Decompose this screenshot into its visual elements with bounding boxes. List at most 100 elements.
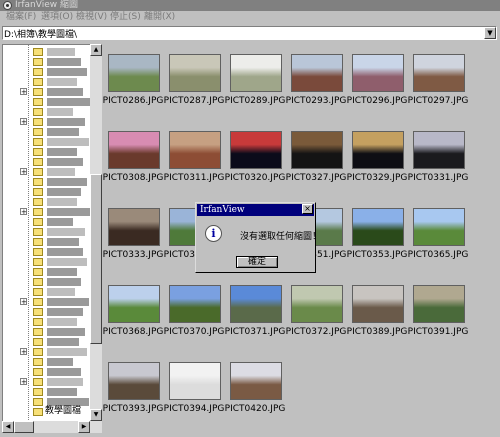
thumbnail-image[interactable] (352, 54, 404, 92)
thumbnail-item[interactable]: PICT0368.JPG (103, 280, 163, 338)
tree-item[interactable] (3, 67, 102, 77)
thumbnail-image[interactable] (291, 54, 343, 92)
thumbnail-image[interactable] (169, 54, 221, 92)
tree-item[interactable] (3, 197, 102, 207)
tree-item[interactable]: + (3, 297, 102, 307)
thumbnail-image[interactable] (230, 54, 282, 92)
thumbnail-item[interactable]: PICT0365.JPG (408, 203, 468, 261)
tree-item[interactable] (3, 47, 102, 57)
tree-item[interactable] (3, 237, 102, 247)
tree-item[interactable] (3, 77, 102, 87)
tree-item[interactable] (3, 247, 102, 257)
tree-item[interactable] (3, 147, 102, 157)
thumbnail-item[interactable]: PICT0393.JPG (103, 357, 163, 415)
tree-item[interactable] (3, 127, 102, 137)
thumbnail-item[interactable]: PICT0287.JPG (164, 49, 224, 107)
thumbnail-image[interactable] (413, 285, 465, 323)
thumbnail-item[interactable]: PICT0391.JPG (408, 280, 468, 338)
ok-button[interactable]: 確定 (236, 256, 278, 268)
tree-item[interactable] (3, 187, 102, 197)
expand-icon[interactable]: + (20, 168, 27, 176)
thumbnail-item[interactable]: PICT0297.JPG (408, 49, 468, 107)
folder-tree[interactable]: + + + + + + + 教學圖檔 (2, 44, 102, 421)
path-input[interactable] (4, 27, 482, 39)
tree-item[interactable] (3, 277, 102, 287)
thumbnail-image[interactable] (291, 131, 343, 169)
menu-exit[interactable]: 離開(X) (144, 11, 175, 24)
tree-horizontal-scrollbar[interactable]: ◀ ▶ (2, 421, 102, 433)
tree-item[interactable] (3, 307, 102, 317)
tree-item[interactable] (3, 387, 102, 397)
scroll-right-icon[interactable]: ▶ (78, 421, 90, 433)
scroll-up-icon[interactable]: ▲ (90, 44, 102, 56)
tree-item[interactable] (3, 97, 102, 107)
thumbnail-item[interactable]: PICT0308.JPG (103, 126, 163, 184)
tree-item[interactable] (3, 327, 102, 337)
tree-item[interactable]: + (3, 167, 102, 177)
thumbnail-image[interactable] (413, 54, 465, 92)
tree-item[interactable]: 教學圖檔 (3, 406, 102, 417)
tree-item[interactable] (3, 177, 102, 187)
expand-icon[interactable]: + (20, 88, 27, 96)
tree-item[interactable] (3, 107, 102, 117)
thumbnail-item[interactable]: PICT0394.JPG (164, 357, 224, 415)
thumbnail-item[interactable]: PICT0389.JPG (347, 280, 407, 338)
thumbnail-image[interactable] (352, 131, 404, 169)
chevron-down-icon[interactable]: ▼ (484, 27, 496, 39)
menu-stop[interactable]: 停止(S) (110, 11, 141, 24)
thumbnail-image[interactable] (108, 131, 160, 169)
scroll-thumb-horizontal[interactable] (14, 421, 34, 433)
tree-item[interactable] (3, 337, 102, 347)
thumbnail-image[interactable] (413, 208, 465, 246)
scroll-left-icon[interactable]: ◀ (2, 421, 14, 433)
thumbnail-item[interactable]: PICT0286.JPG (103, 49, 163, 107)
tree-item[interactable] (3, 217, 102, 227)
thumbnail-image[interactable] (291, 285, 343, 323)
tree-item[interactable] (3, 287, 102, 297)
thumbnail-image[interactable] (108, 285, 160, 323)
close-icon[interactable]: × (302, 204, 313, 214)
thumbnail-item[interactable]: PICT0333.JPG (103, 203, 163, 261)
thumbnail-image[interactable] (413, 131, 465, 169)
expand-icon[interactable]: + (20, 298, 27, 306)
expand-icon[interactable]: + (20, 208, 27, 216)
tree-item[interactable] (3, 317, 102, 327)
thumbnail-image[interactable] (230, 285, 282, 323)
tree-item[interactable] (3, 357, 102, 367)
menu-file[interactable]: 檔案(F) (6, 11, 36, 24)
thumbnail-item[interactable]: PICT0372.JPG (286, 280, 346, 338)
menu-options[interactable]: 選項(O) (41, 11, 73, 24)
tree-item[interactable] (3, 267, 102, 277)
thumbnail-image[interactable] (352, 285, 404, 323)
tree-item[interactable] (3, 227, 102, 237)
thumbnail-item[interactable]: PICT0327.JPG (286, 126, 346, 184)
tree-item[interactable]: + (3, 377, 102, 387)
tree-item[interactable] (3, 157, 102, 167)
expand-icon[interactable]: + (20, 378, 27, 386)
thumbnail-image[interactable] (169, 362, 221, 400)
thumbnail-image[interactable] (352, 208, 404, 246)
thumbnail-item[interactable]: PICT0320.JPG (225, 126, 285, 184)
tree-item[interactable] (3, 367, 102, 377)
expand-icon[interactable]: + (20, 118, 27, 126)
thumbnail-item[interactable]: PICT0289.JPG (225, 49, 285, 107)
thumbnail-item[interactable]: PICT0331.JPG (408, 126, 468, 184)
thumbnail-item[interactable]: PICT0296.JPG (347, 49, 407, 107)
thumbnail-item[interactable]: PICT0293.JPG (286, 49, 346, 107)
tree-item[interactable] (3, 57, 102, 67)
thumbnail-item[interactable]: PICT0329.JPG (347, 126, 407, 184)
tree-item[interactable]: + (3, 87, 102, 97)
path-combobox[interactable]: ▼ (2, 26, 497, 40)
thumbnail-image[interactable] (230, 362, 282, 400)
tree-item[interactable]: + (3, 117, 102, 127)
tree-item[interactable]: + (3, 207, 102, 217)
thumbnail-image[interactable] (230, 131, 282, 169)
thumbnail-image[interactable] (169, 285, 221, 323)
thumbnail-image[interactable] (169, 131, 221, 169)
thumbnail-item[interactable]: PICT0420.JPG (225, 357, 285, 415)
thumbnail-item[interactable]: PICT0371.JPG (225, 280, 285, 338)
tree-item[interactable] (3, 137, 102, 147)
thumbnail-image[interactable] (108, 54, 160, 92)
tree-item[interactable]: + (3, 347, 102, 357)
thumbnail-item[interactable]: PICT0353.JPG (347, 203, 407, 261)
